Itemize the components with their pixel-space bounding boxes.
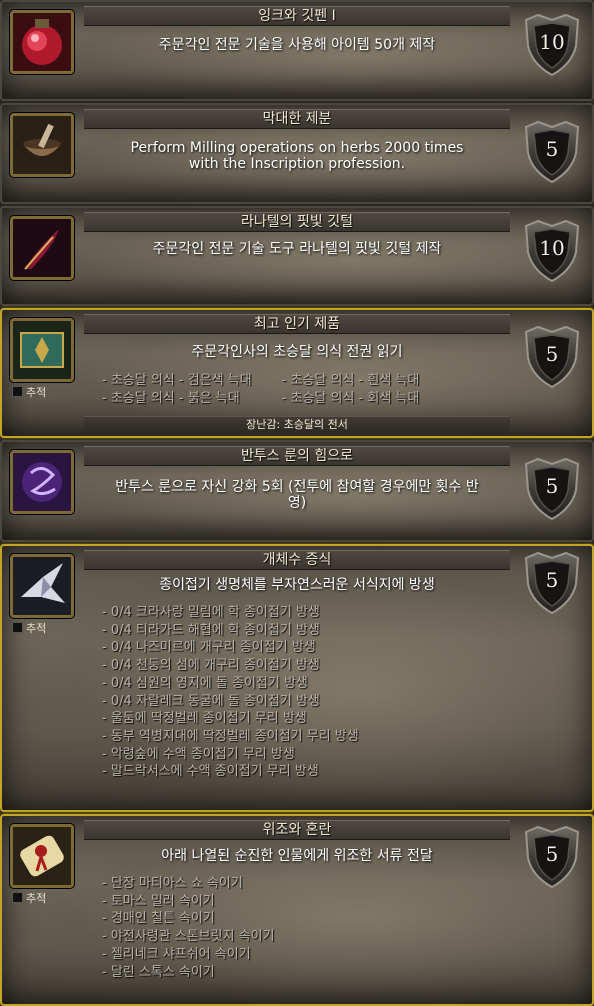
criteria-item: - 초승달 의식 - 회색 늑대	[281, 390, 420, 406]
criteria-item: - 동부 역병지대에 딱정벌레 종이접기 무리 방생	[102, 728, 359, 744]
points-value: 5	[545, 842, 559, 866]
achievement-description: 주문각인 전문 기술 도구 라나텔의 핏빛 깃털 제작	[152, 241, 442, 257]
description-line: Perform Milling operations on herbs 2000…	[130, 140, 464, 156]
description-line: 반투스 룬으로 자신 강화 5회 (전투에 참여할 경우에만 횟수 반	[115, 479, 479, 495]
green-tome-icon	[10, 318, 74, 382]
criteria-list: - 0/4 크라사랑 밀림에 학 종이접기 방생 - 0/4 티라가드 해협에 …	[102, 604, 359, 781]
checkbox[interactable]	[12, 892, 23, 903]
achievement-card[interactable]: + 잉크와 깃펜 I 주문각인 전문 기술을 사용해 아이템 50개 제작 10	[0, 0, 594, 101]
achievement-description: 반투스 룬으로 자신 강화 5회 (전투에 참여할 경우에만 횟수 반 영)	[92, 479, 502, 511]
purple-rune-icon	[10, 450, 74, 514]
reward-label: 장난감: 초승달의 전서	[84, 416, 510, 433]
criteria-item: - 말드락서스에 수액 종이접기 무리 방생	[102, 764, 319, 780]
criteria-item: - 초승달 의식 - 흰색 늑대	[281, 373, 420, 388]
achievement-description: 주문각인사의 초승달 의식 전권 읽기	[191, 344, 403, 360]
criteria-item: - 초승달 의식 - 검은색 늑대	[102, 373, 252, 388]
criteria-item: - 단장 마티아스 쇼 속이기	[102, 876, 243, 891]
track-label: 추적	[26, 622, 47, 635]
achievement-description: 아래 나열된 순진한 인물에게 위조한 서류 전달	[161, 848, 433, 864]
achievement-title: 반투스 룬의 힘으로	[84, 446, 510, 466]
points-value: 5	[545, 474, 559, 498]
points-value: 5	[545, 568, 559, 592]
points-value: 5	[545, 342, 559, 366]
achievement-title: 라나텔의 핏빛 깃털	[84, 212, 510, 232]
criteria-item: - 0/4 천둥의 섬에 개구리 종이접기 방생	[102, 658, 320, 674]
criteria-item: - 악령숲에 수액 종이접기 무리 방생	[102, 746, 295, 762]
points-shield: 10	[522, 218, 582, 284]
points-shield: 10	[522, 12, 582, 78]
criteria-item: - 0/4 나즈미르에 개구리 종이접기 방생	[102, 640, 316, 656]
achievement-card[interactable]: 추적 − 최고 인기 제품 주문각인사의 초승달 의식 전권 읽기 - 초승달 …	[0, 308, 594, 438]
track-label: 추적	[26, 892, 47, 905]
checkbox[interactable]	[12, 622, 23, 633]
achievement-description: 주문각인 전문 기술을 사용해 아이템 50개 제작	[158, 37, 436, 53]
achievement-card[interactable]: 추적 − 위조와 혼란 아래 나열된 순진한 인물에게 위조한 서류 전달 - …	[0, 814, 594, 1006]
achievement-title: 최고 인기 제품	[84, 314, 510, 334]
criteria-item: - 초승달 의식 - 붉은 늑대	[102, 390, 240, 406]
achievement-card[interactable]: + 라나텔의 핏빛 깃털 주문각인 전문 기술 도구 라나텔의 핏빛 깃털 제작…	[0, 206, 594, 306]
criteria-item: - 0/4 티라가드 해협에 학 종이접기 방생	[102, 622, 320, 638]
criteria-item: - 달린 스톡스 속이기	[102, 964, 215, 980]
sealed-scroll-icon	[10, 824, 74, 888]
paper-crane-icon	[10, 554, 74, 618]
achievement-description: Perform Milling operations on herbs 2000…	[92, 140, 502, 172]
points-shield: 5	[522, 456, 582, 522]
achievement-title: 잉크와 깃펜 I	[84, 6, 510, 26]
achievement-card[interactable]: + 막대한 제분 Perform Milling operations on h…	[0, 103, 594, 204]
criteria-item: - 젤리네크 샤프쉬어 속이기	[102, 946, 251, 962]
criteria-list: - 초승달 의식 - 검은색 늑대 - 초승달 의식 - 붉은 늑대 - 초승달…	[102, 372, 419, 407]
red-ink-bottle-icon	[10, 10, 74, 74]
points-shield: 5	[522, 550, 582, 616]
crimson-quill-icon	[10, 216, 74, 280]
criteria-item: - 토마스 밀러 속이기	[102, 893, 215, 909]
points-value: 5	[545, 137, 559, 161]
achievement-title: 위조와 혼란	[84, 820, 510, 840]
criteria-item: - 울둠에 딱정벌레 종이접기 무리 방생	[102, 711, 307, 727]
achievement-card[interactable]: 추적 − 개체수 증식 종이접기 생명체를 부자연스러운 서식지에 방생 - 0…	[0, 544, 594, 812]
criteria-item: - 0/4 자랄레크 동굴에 돌 종이접기 방생	[102, 693, 320, 709]
points-shield: 5	[522, 824, 582, 890]
track-label: 추적	[26, 386, 47, 399]
points-shield: 5	[522, 324, 582, 390]
points-value: 10	[539, 30, 565, 54]
criteria-item: - 경매인 칠튼 속이기	[102, 911, 215, 927]
description-line: with the Inscription profession.	[188, 156, 406, 172]
track-checkbox[interactable]: 추적	[12, 622, 46, 636]
criteria-item: - 야전사령관 스톤브릿지 속이기	[102, 929, 275, 945]
track-checkbox[interactable]: 추적	[12, 386, 46, 400]
checkbox[interactable]	[12, 386, 23, 397]
description-line: 영)	[287, 495, 307, 511]
achievement-title: 개체수 증식	[84, 550, 510, 570]
track-checkbox[interactable]: 추적	[12, 892, 46, 906]
achievement-description: 종이접기 생명체를 부자연스러운 서식지에 방생	[159, 577, 435, 593]
criteria-item: - 0/4 크라사랑 밀림에 학 종이접기 방생	[102, 605, 320, 620]
mortar-pestle-icon	[10, 113, 74, 177]
points-value: 10	[539, 236, 565, 260]
criteria-list: - 단장 마티아스 쇼 속이기 - 토마스 밀러 속이기 - 경매인 칠튼 속이…	[102, 875, 275, 981]
achievement-title: 막대한 제분	[84, 109, 510, 129]
criteria-item: - 0/4 심원의 영지에 돌 종이접기 방생	[102, 675, 308, 691]
achievement-card[interactable]: + 반투스 룬의 힘으로 반투스 룬으로 자신 강화 5회 (전투에 참여할 경…	[0, 440, 594, 542]
points-shield: 5	[522, 119, 582, 185]
